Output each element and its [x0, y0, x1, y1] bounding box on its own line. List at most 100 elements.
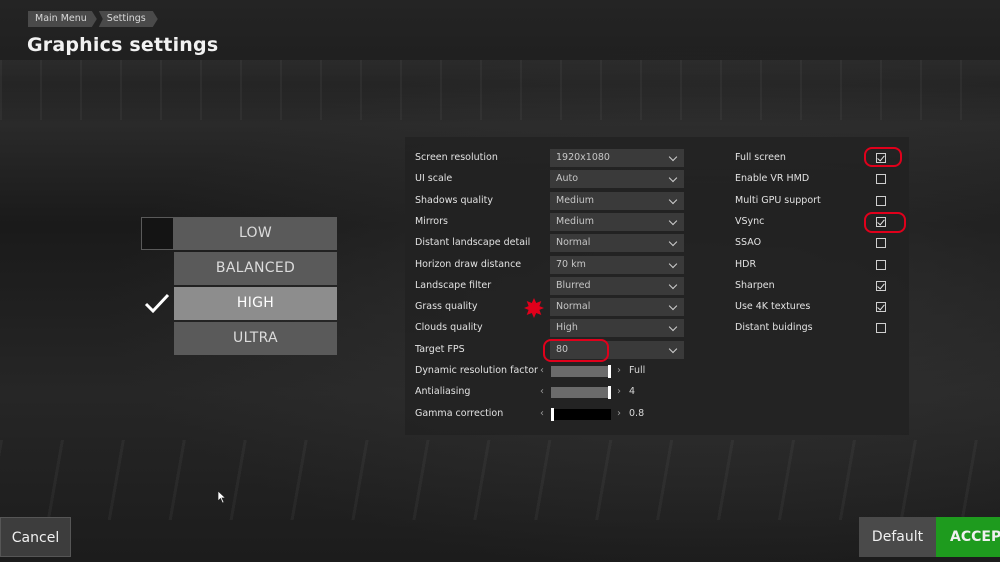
ssao-label: SSAO: [735, 237, 762, 249]
mirrors-dropdown[interactable]: Medium: [550, 212, 684, 231]
ui-scale-dropdown[interactable]: Auto: [550, 170, 684, 189]
grass-quality-value: Normal: [556, 301, 591, 313]
gamma-correction-track[interactable]: [551, 407, 611, 421]
antialiasing-track[interactable]: [551, 386, 611, 400]
target-fps-label: Target FPS: [415, 343, 465, 355]
annotation-full-screen: [864, 147, 902, 167]
chevron-right-icon[interactable]: ›: [617, 365, 621, 377]
dynamic-resolution-factor-track[interactable]: [551, 365, 611, 378]
mirrors-label: Mirrors: [415, 215, 448, 227]
default-button[interactable]: Default: [859, 517, 936, 557]
accept-button[interactable]: ACCEPT: [936, 517, 1000, 557]
shadows-quality-dropdown[interactable]: Medium: [550, 191, 684, 210]
chevron-down-icon: [668, 280, 678, 290]
background-hangar: [0, 60, 1000, 120]
preset-ultra-button[interactable]: ULTRA: [174, 322, 337, 355]
multi-gpu-support-checkbox[interactable]: [876, 195, 886, 206]
chevron-left-icon[interactable]: ‹: [540, 408, 544, 420]
breadcrumb-main-menu[interactable]: Main Menu: [28, 11, 97, 27]
full-screen-label: Full screen: [735, 152, 786, 163]
landscape-filter-label: Landscape filter: [415, 279, 492, 291]
chevron-left-icon[interactable]: ‹: [540, 386, 544, 398]
chevron-down-icon: [668, 174, 678, 183]
vsync-label: VSync: [735, 215, 765, 227]
screen-resolution-value: 1920x1080: [556, 152, 610, 163]
chevron-down-icon: [668, 216, 678, 226]
dynamic-resolution-factor-value: Full: [629, 365, 646, 376]
dynamic-resolution-factor-handle[interactable]: [608, 365, 611, 378]
chevron-down-icon: [668, 152, 678, 162]
hdr-checkbox[interactable]: [876, 259, 886, 270]
preset-low-button[interactable]: LOW: [174, 217, 337, 250]
antialiasing-label: Antialiasing: [415, 386, 471, 398]
chevron-left-icon[interactable]: ‹: [540, 365, 544, 377]
clouds-quality-dropdown[interactable]: High: [550, 319, 684, 338]
breadcrumb-settings[interactable]: Settings: [99, 11, 158, 27]
screen-resolution-dropdown[interactable]: 1920x1080: [550, 149, 684, 167]
background-floor: [0, 440, 1000, 520]
antialiasing-handle[interactable]: [608, 386, 611, 400]
ui-scale-value: Auto: [556, 173, 579, 185]
sharpen-label: Sharpen: [735, 279, 775, 291]
gamma-correction-value: 0.8: [629, 407, 645, 419]
grass-quality-label: Grass quality: [415, 301, 478, 313]
chevron-down-icon: [668, 237, 678, 247]
chevron-down-icon: [668, 344, 678, 353]
gamma-correction-label: Gamma correction: [415, 407, 504, 419]
horizon-draw-distance-value: 70 km: [556, 258, 586, 270]
sharpen-checkbox[interactable]: [876, 280, 886, 291]
chevron-right-icon[interactable]: ›: [617, 386, 621, 398]
check-icon: [144, 293, 170, 314]
star-icon: [524, 298, 544, 318]
clouds-quality-value: High: [556, 322, 578, 334]
antialiasing-value: 4: [629, 386, 636, 398]
distant-buidings-checkbox[interactable]: [876, 323, 886, 334]
shadows-quality-value: Medium: [556, 194, 594, 206]
horizon-draw-distance-label: Horizon draw distance: [415, 258, 522, 270]
preset-high-button[interactable]: HIGH: [174, 287, 337, 320]
chevron-right-icon[interactable]: ›: [617, 408, 621, 420]
gamma-correction-handle[interactable]: [551, 407, 554, 421]
use-4k-textures-label: Use 4K textures: [735, 301, 811, 313]
antialiasing-slider[interactable]: ‹ › 4: [538, 383, 678, 401]
distant-buidings-label: Distant buidings: [735, 322, 813, 334]
checkmark-icon: [877, 281, 885, 290]
ui-scale-label: UI scale: [415, 173, 453, 185]
checkmark-icon: [877, 302, 885, 311]
horizon-draw-distance-dropdown[interactable]: 70 km: [550, 255, 684, 274]
annotation-target-fps: [543, 339, 609, 362]
page-title: Graphics settings: [27, 34, 219, 56]
clouds-quality-label: Clouds quality: [415, 322, 483, 334]
distant-landscape-detail-value: Normal: [556, 237, 591, 249]
preset-balanced-button[interactable]: BALANCED: [174, 252, 337, 285]
mirrors-value: Medium: [556, 215, 594, 227]
landscape-filter-dropdown[interactable]: Blurred: [550, 276, 684, 295]
antialiasing-fill: [551, 387, 608, 399]
use-4k-textures-checkbox[interactable]: [876, 302, 886, 313]
gamma-correction-slider[interactable]: ‹ › 0.8: [538, 405, 678, 423]
cancel-button[interactable]: Cancel: [0, 517, 71, 557]
grass-quality-dropdown[interactable]: Normal: [550, 298, 684, 317]
screen-resolution-label: Screen resolution: [415, 152, 498, 163]
breadcrumb: Main Menu Settings: [28, 11, 158, 27]
dynamic-resolution-factor-slider[interactable]: ‹ › Full: [538, 362, 678, 380]
chevron-down-icon: [668, 323, 678, 332]
dynamic-resolution-factor-label: Dynamic resolution factor: [415, 365, 538, 376]
distant-landscape-detail-dropdown[interactable]: Normal: [550, 234, 684, 253]
preset-low-indicator: [141, 217, 174, 250]
annotation-vsync: [864, 212, 906, 233]
enable-vr-hmd-checkbox[interactable]: [876, 174, 886, 185]
ssao-checkbox[interactable]: [876, 238, 886, 249]
hdr-label: HDR: [735, 258, 757, 270]
dynamic-resolution-factor-fill: [551, 366, 608, 377]
chevron-down-icon: [668, 301, 678, 311]
chevron-down-icon: [668, 259, 678, 268]
settings-panel: Screen resolution 1920x1080 UI scale Auto Sh…: [405, 137, 909, 435]
preset-list: LOW BALANCED HIGH ULTRA: [174, 217, 337, 357]
multi-gpu-support-label: Multi GPU support: [735, 194, 821, 206]
chevron-down-icon: [668, 195, 678, 204]
enable-vr-hmd-label: Enable VR HMD: [735, 173, 810, 185]
shadows-quality-label: Shadows quality: [415, 194, 493, 206]
distant-landscape-detail-label: Distant landscape detail: [415, 237, 531, 249]
landscape-filter-value: Blurred: [556, 279, 591, 291]
